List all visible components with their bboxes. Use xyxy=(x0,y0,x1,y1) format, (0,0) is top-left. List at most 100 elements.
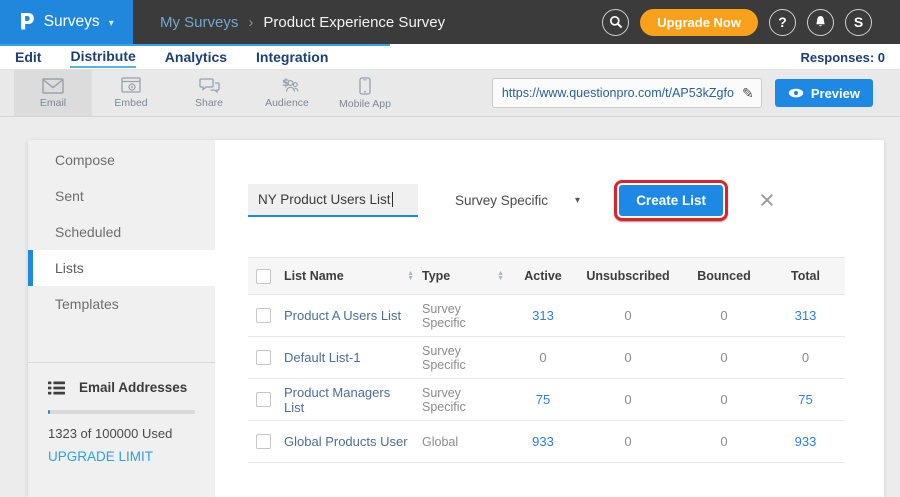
list-name-value: NY Product Users List xyxy=(258,192,391,207)
upgrade-now-button[interactable]: Upgrade Now xyxy=(640,9,758,36)
survey-url-field[interactable]: https://www.questionpro.com/t/AP53kZgfo … xyxy=(492,78,762,108)
sidebar-item-scheduled[interactable]: Scheduled xyxy=(28,214,215,250)
total-count[interactable]: 75 xyxy=(766,392,845,407)
envelope-icon xyxy=(42,78,64,94)
topbar-actions: Upgrade Now ? S xyxy=(602,9,900,36)
header-type[interactable]: Type ▲▼ xyxy=(422,269,512,283)
nav-integration[interactable]: Integration xyxy=(256,49,328,67)
sidebar-item-lists[interactable]: Lists xyxy=(28,250,215,286)
embed-window-icon xyxy=(121,77,141,94)
create-list-button[interactable]: Create List xyxy=(619,185,723,216)
preview-button[interactable]: Preview xyxy=(775,79,873,107)
breadcrumb-survey-title: Product Experience Survey xyxy=(263,14,445,31)
topbar: P Surveys ▾ My Surveys › Product Experie… xyxy=(0,0,900,44)
active-count[interactable]: 75 xyxy=(512,392,574,407)
nav-analytics[interactable]: Analytics xyxy=(165,49,227,67)
list-type-value: Global xyxy=(422,435,512,449)
bounced-count[interactable]: 0 xyxy=(682,350,766,365)
upgrade-limit-link[interactable]: UPGRADE LIMIT xyxy=(48,449,195,464)
tab-mobile-app-label: Mobile App xyxy=(339,98,391,110)
survey-navbar: Edit Distribute Analytics Integration Re… xyxy=(0,44,900,70)
help-button[interactable]: ? xyxy=(769,9,796,36)
header-unsubscribed: Unsubscribed xyxy=(574,269,682,283)
table-header-row: List Name ▲▼ Type ▲▼ Active Unsubscribed… xyxy=(248,257,845,295)
total-count[interactable]: 933 xyxy=(766,434,845,449)
list-name-link[interactable]: Product A Users List xyxy=(284,308,422,323)
tab-audience[interactable]: $ Audience xyxy=(248,70,326,116)
lists-main: NY Product Users List Survey Specific ▾ … xyxy=(215,140,884,497)
eye-icon xyxy=(788,88,804,98)
unsubscribed-count[interactable]: 0 xyxy=(574,350,682,365)
product-switcher[interactable]: P Surveys ▾ xyxy=(0,0,133,44)
tab-mobile-app[interactable]: Mobile App xyxy=(326,70,404,116)
active-count[interactable]: 313 xyxy=(512,308,574,323)
email-lists-table: List Name ▲▼ Type ▲▼ Active Unsubscribed… xyxy=(248,257,845,463)
table-row: Product Managers List Survey Specific 75… xyxy=(248,379,845,421)
pencil-icon[interactable]: ✎ xyxy=(735,85,761,102)
bell-icon xyxy=(814,15,827,29)
responses-count: Responses: 0 xyxy=(800,50,885,65)
distribute-toolbar: Email Embed Share $ Audience Mobile App … xyxy=(0,70,900,117)
sidebar-item-compose[interactable]: Compose xyxy=(28,142,215,178)
active-count[interactable]: 0 xyxy=(512,350,574,365)
table-body: Product A Users List Survey Specific 313… xyxy=(248,295,845,463)
tab-share[interactable]: Share xyxy=(170,70,248,116)
nav-edit[interactable]: Edit xyxy=(15,49,41,67)
tab-embed[interactable]: Embed xyxy=(92,70,170,116)
nav-distribute[interactable]: Distribute xyxy=(70,48,135,68)
tab-email[interactable]: Email xyxy=(14,70,92,116)
row-checkbox[interactable] xyxy=(256,392,271,407)
select-all-checkbox[interactable] xyxy=(256,269,271,284)
bounced-count[interactable]: 0 xyxy=(682,392,766,407)
list-type-dropdown[interactable]: Survey Specific ▾ xyxy=(455,193,580,208)
email-addresses-panel: Email Addresses 1323 of 100000 Used UPGR… xyxy=(28,362,215,464)
row-checkbox[interactable] xyxy=(256,434,271,449)
total-count[interactable]: 313 xyxy=(766,308,845,323)
close-icon[interactable]: × xyxy=(759,187,775,214)
share-bubbles-icon xyxy=(199,78,220,94)
breadcrumb-my-surveys[interactable]: My Surveys xyxy=(160,14,238,31)
breadcrumb: My Surveys › Product Experience Survey xyxy=(160,14,445,31)
preview-label: Preview xyxy=(811,86,860,101)
list-type-value: Survey Specific xyxy=(455,193,548,208)
row-checkbox[interactable] xyxy=(256,308,271,323)
bounced-count[interactable]: 0 xyxy=(682,308,766,323)
breadcrumb-separator: › xyxy=(248,14,253,31)
row-checkbox[interactable] xyxy=(256,350,271,365)
header-active: Active xyxy=(512,269,574,283)
list-name-input[interactable]: NY Product Users List xyxy=(248,184,418,217)
table-row: Global Products User Global 933 0 0 933 xyxy=(248,421,845,463)
total-count[interactable]: 0 xyxy=(766,350,845,365)
text-cursor xyxy=(392,192,393,207)
sort-icon[interactable]: ▲▼ xyxy=(407,271,414,281)
sidebar-item-sent[interactable]: Sent xyxy=(28,178,215,214)
search-button[interactable] xyxy=(602,9,629,36)
unsubscribed-count[interactable]: 0 xyxy=(574,434,682,449)
list-name-link[interactable]: Product Managers List xyxy=(284,385,422,415)
bounced-count[interactable]: 0 xyxy=(682,434,766,449)
list-type-value: Survey Specific xyxy=(422,386,512,414)
account-button[interactable]: S xyxy=(845,9,872,36)
tab-embed-label: Embed xyxy=(114,97,147,109)
list-name-link[interactable]: Default List-1 xyxy=(284,350,422,365)
list-type-value: Survey Specific xyxy=(422,302,512,330)
list-type-value: Survey Specific xyxy=(422,344,512,372)
tab-email-label: Email xyxy=(40,97,66,109)
unsubscribed-count[interactable]: 0 xyxy=(574,392,682,407)
sort-icon[interactable]: ▲▼ xyxy=(497,271,504,281)
email-usage-progressbar xyxy=(48,410,195,414)
header-list-name[interactable]: List Name ▲▼ xyxy=(284,269,422,283)
email-addresses-title-row: Email Addresses xyxy=(48,380,195,395)
chevron-down-icon: ▾ xyxy=(109,18,114,29)
questionpro-logo-icon: P xyxy=(19,9,34,34)
sidebar-item-templates[interactable]: Templates xyxy=(28,286,215,322)
search-icon xyxy=(609,15,623,29)
active-count[interactable]: 933 xyxy=(512,434,574,449)
unsubscribed-count[interactable]: 0 xyxy=(574,308,682,323)
list-name-link[interactable]: Global Products User xyxy=(284,434,422,449)
email-usage-progress-fill xyxy=(48,410,50,414)
red-highlight-annotation: Create List xyxy=(614,180,728,221)
survey-url-value: https://www.questionpro.com/t/AP53kZgfo xyxy=(493,86,735,100)
email-sidebar: Compose Sent Scheduled Lists Templates E… xyxy=(28,140,215,497)
notifications-button[interactable] xyxy=(807,9,834,36)
